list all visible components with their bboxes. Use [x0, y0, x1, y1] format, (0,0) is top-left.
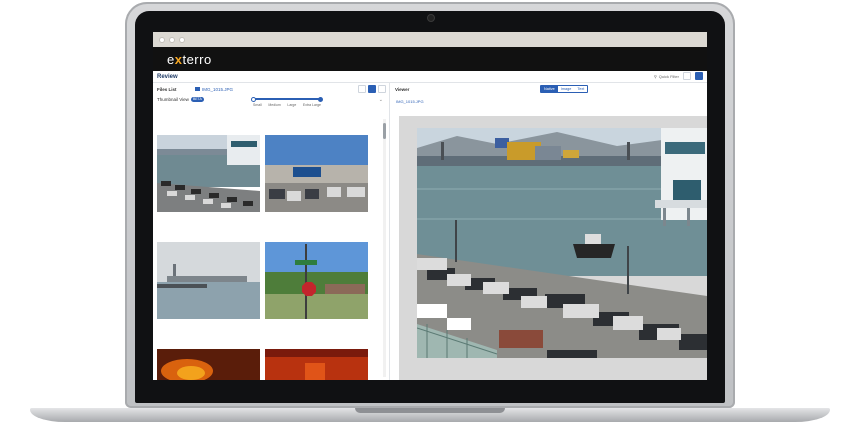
window-maximize-icon[interactable] — [179, 36, 185, 43]
thumbnail-parking-lot[interactable] — [265, 135, 368, 212]
slider-track[interactable] — [251, 96, 323, 102]
view-mode-buttons — [358, 85, 386, 93]
slider-labels: Small Medium Large Extra Large — [253, 103, 321, 107]
thumbnail-view-row: Thumbnail View BETA Small Medium Large E… — [153, 95, 389, 112]
slider-handle[interactable] — [318, 96, 323, 102]
fire-image-1 — [157, 349, 260, 380]
tab-native[interactable]: Native — [541, 86, 558, 92]
beta-badge: BETA — [190, 97, 204, 102]
page-title: Review — [157, 73, 178, 80]
viewer-toolbar: Viewer Native Image Text — [391, 83, 707, 95]
skyline-image — [157, 242, 260, 319]
quick-filter-button[interactable]: ⚲ Quick Filter — [654, 74, 679, 79]
review-toolbar: ⚲ Quick Filter — [654, 72, 703, 80]
logo-prefix: e — [167, 51, 175, 67]
tab-image[interactable]: Image — [557, 86, 575, 92]
viewer-mode-tabs: Native Image Text — [540, 85, 589, 93]
size-extra-large-label: Extra Large — [302, 103, 321, 107]
viewer-panel: Viewer Native Image Text IMG_1015.JPG — [391, 83, 707, 380]
stop-sign-image — [265, 242, 368, 319]
laptop-notch — [355, 408, 505, 413]
slider-min-handle[interactable] — [251, 96, 256, 102]
thumbnail-size-slider[interactable]: Small Medium Large Extra Large — [251, 96, 323, 107]
grid-view-icon[interactable] — [368, 85, 376, 93]
collapse-chevron-icon[interactable]: ⌄ — [379, 97, 383, 103]
viewer-image[interactable] — [417, 128, 707, 358]
files-list-label: Files List — [157, 86, 177, 92]
thumbnail-fire-2[interactable] — [265, 349, 368, 380]
files-list-row: Files List IMG_1015.JPG — [153, 83, 389, 95]
thumbnail-skyline[interactable] — [157, 242, 260, 319]
harbor-image — [157, 135, 260, 212]
panel-toggle-icon[interactable] — [695, 72, 703, 80]
thumbnail-harbor[interactable] — [157, 135, 260, 212]
viewer-canvas[interactable] — [399, 116, 707, 380]
thumbnail-stop-sign[interactable] — [265, 242, 368, 319]
harbor-photo — [417, 128, 707, 358]
thumbnail-fire-1[interactable] — [157, 349, 260, 380]
viewer-label: Viewer — [395, 86, 410, 92]
review-bar: Review ⚲ Quick Filter — [153, 71, 707, 83]
size-small-label: Small — [253, 103, 262, 107]
file-icon — [195, 87, 200, 91]
parking-lot-image — [265, 135, 368, 212]
refresh-icon[interactable] — [683, 72, 691, 80]
thumbnail-view-label: Thumbnail View — [157, 97, 189, 102]
tab-text[interactable]: Text — [574, 86, 588, 92]
exterro-logo: exterro — [167, 52, 212, 67]
selected-file-name: IMG_1015.JPG — [202, 86, 234, 92]
thumbnail-scrollbar[interactable] — [383, 119, 386, 377]
filter-icon: ⚲ — [653, 73, 657, 79]
viewer-file-name: IMG_1015.JPG — [396, 98, 424, 104]
app-screen: exterro Review ⚲ Quick Filter Files List… — [153, 32, 707, 380]
list-view-icon[interactable] — [358, 85, 366, 93]
scrollbar-thumb[interactable] — [383, 123, 386, 139]
selected-file-chip[interactable]: IMG_1015.JPG — [195, 87, 233, 92]
size-large-label: Large — [287, 103, 297, 107]
window-minimize-icon[interactable] — [169, 36, 175, 43]
webcam-icon — [427, 14, 435, 22]
fire-image-2 — [265, 349, 368, 380]
files-panel: Files List IMG_1015.JPG Thumbnail View B… — [153, 83, 390, 380]
settings-icon[interactable] — [378, 85, 386, 93]
app-header: exterro — [153, 47, 707, 71]
window-titlebar — [153, 32, 707, 47]
size-medium-label: Medium — [268, 103, 281, 107]
quick-filter-label: Quick Filter — [658, 73, 679, 79]
logo-suffix: terro — [182, 51, 212, 67]
window-close-icon[interactable] — [159, 36, 165, 43]
